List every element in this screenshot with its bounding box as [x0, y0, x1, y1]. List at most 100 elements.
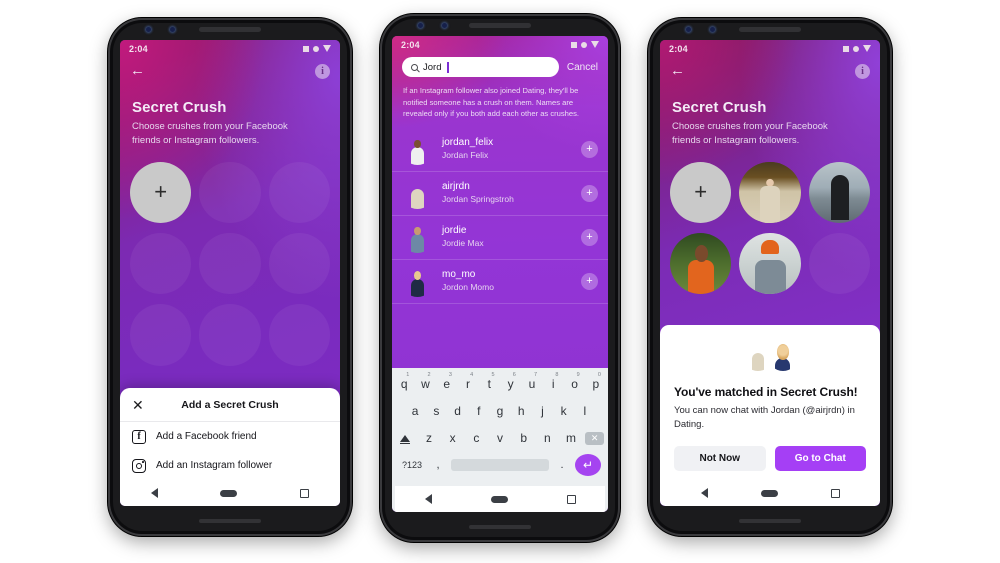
backspace-key[interactable]: ✕ [584, 427, 605, 449]
android-recents-icon[interactable] [830, 488, 840, 498]
list-item[interactable]: mo_mo Jordon Momo + [392, 260, 608, 304]
close-icon[interactable]: ✕ [132, 398, 146, 412]
facebook-icon: f [132, 429, 146, 444]
space-key[interactable] [451, 459, 549, 471]
crush-slot-empty[interactable] [268, 161, 330, 223]
add-crush-icon[interactable]: + [581, 228, 598, 246]
crush-slot-empty[interactable] [268, 232, 330, 295]
key-num: 5 [491, 372, 495, 378]
phone3-screen: 2:04 ← i Secret Crush Choose crushes fro… [660, 40, 880, 506]
key-v[interactable]: v [490, 427, 511, 449]
status-icons [571, 41, 599, 48]
key-j[interactable]: j [533, 400, 551, 422]
crush-slot-filled[interactable] [808, 161, 870, 223]
add-crush-icon[interactable]: + [581, 140, 598, 158]
key-b[interactable]: b [513, 427, 534, 449]
key-h[interactable]: h [512, 400, 530, 422]
add-crush-button[interactable]: + [130, 161, 192, 223]
result-handle: mo_mo [442, 269, 476, 281]
wifi-square-icon [571, 41, 577, 48]
android-back-icon[interactable] [700, 488, 708, 498]
key-e[interactable]: 3e [438, 372, 456, 395]
phone3-status-bar: 2:04 [660, 40, 880, 57]
add-crush-button[interactable]: + [670, 161, 732, 223]
search-input[interactable]: Jord [402, 57, 559, 77]
crush-slot-filled[interactable] [739, 161, 801, 223]
key-f[interactable]: f [470, 400, 488, 422]
key-s[interactable]: s [427, 400, 445, 422]
period-key[interactable]: . [554, 459, 570, 471]
phone-mockup-2: 2:04 Jord Cancel If an Instagram followe… [380, 14, 620, 542]
info-icon[interactable]: i [315, 63, 330, 79]
shift-key[interactable] [395, 427, 416, 449]
crush-slot-empty[interactable] [199, 161, 261, 223]
phone1-crush-grid: + [120, 161, 340, 366]
crush-slot-filled[interactable] [739, 232, 801, 295]
add-crush-icon[interactable]: + [581, 272, 598, 290]
sensor-icon [442, 23, 447, 28]
phone3-crush-grid: + [660, 161, 880, 295]
crush-slot-empty[interactable] [268, 304, 330, 366]
key-c[interactable]: c [466, 427, 487, 449]
sheet-option-label: Add a Facebook friend [156, 431, 257, 442]
key-y[interactable]: 6y [502, 372, 520, 395]
key-q[interactable]: 1q [395, 372, 413, 395]
search-row: Jord Cancel [392, 53, 608, 77]
key-r[interactable]: 4r [459, 372, 477, 395]
key-z[interactable]: z [419, 427, 440, 449]
result-meta: jordan_felix Jordan Felix [442, 137, 572, 161]
crush-slot-empty[interactable] [199, 304, 261, 366]
shift-arrow-icon [400, 434, 411, 445]
go-to-chat-button[interactable]: Go to Chat [774, 446, 866, 471]
android-home-icon[interactable] [490, 495, 508, 503]
android-recents-icon[interactable] [299, 488, 309, 498]
crush-slot-empty[interactable] [130, 304, 192, 366]
signal-circle-icon [853, 45, 859, 52]
sheet-option-facebook[interactable]: f Add a Facebook friend [120, 422, 340, 451]
key-g[interactable]: g [491, 400, 509, 422]
key-u[interactable]: 7u [523, 372, 541, 395]
list-item[interactable]: airjrdn Jordan Springstroh + [392, 172, 608, 216]
phone-mockup-3: 2:04 ← i Secret Crush Choose crushes fro… [648, 18, 892, 536]
key-x[interactable]: x [442, 427, 463, 449]
key-num: 9 [576, 372, 580, 378]
android-home-icon[interactable] [760, 489, 778, 497]
phone3-nav-row: ← i [660, 57, 880, 85]
key-p[interactable]: 0p [587, 372, 605, 395]
instagram-icon [132, 458, 146, 473]
android-back-icon[interactable] [151, 488, 159, 498]
add-crush-icon[interactable]: + [581, 184, 598, 202]
android-back-icon[interactable] [424, 494, 432, 504]
list-item[interactable]: jordie Jordie Max + [392, 216, 608, 260]
key-d[interactable]: d [448, 400, 466, 422]
crush-slot-empty[interactable] [199, 232, 261, 295]
back-arrow-icon[interactable]: ← [130, 63, 146, 79]
key-a[interactable]: a [406, 400, 424, 422]
key-m[interactable]: m [561, 427, 582, 449]
comma-key[interactable]: , [430, 459, 446, 471]
page-title: Secret Crush [672, 99, 767, 116]
key-w[interactable]: 2w [416, 372, 434, 395]
key-l[interactable]: l [576, 400, 594, 422]
crush-slot-empty[interactable] [130, 232, 192, 295]
symbols-key[interactable]: ?123 [399, 460, 425, 470]
key-o[interactable]: 9o [565, 372, 583, 395]
crush-slot-filled[interactable] [670, 232, 732, 295]
back-arrow-icon[interactable]: ← [670, 63, 686, 79]
key-k[interactable]: k [555, 400, 573, 422]
result-handle: jordie [442, 225, 467, 237]
enter-key[interactable]: ↵ [575, 454, 601, 476]
info-icon[interactable]: i [855, 63, 870, 79]
sheet-option-instagram[interactable]: Add an Instagram follower [120, 451, 340, 480]
not-now-button[interactable]: Not Now [674, 446, 766, 471]
list-item[interactable]: jordan_felix Jordan Felix + [392, 128, 608, 172]
key-num: 1 [406, 372, 410, 378]
phone-mockup-1: 2:04 ← i Secret Crush Choose crushes fro… [108, 18, 352, 536]
key-n[interactable]: n [537, 427, 558, 449]
crush-slot-empty[interactable] [808, 232, 870, 295]
key-t[interactable]: 5t [480, 372, 498, 395]
key-i[interactable]: 8i [544, 372, 562, 395]
android-recents-icon[interactable] [566, 494, 576, 504]
android-home-icon[interactable] [220, 489, 238, 497]
cancel-button[interactable]: Cancel [567, 62, 598, 73]
